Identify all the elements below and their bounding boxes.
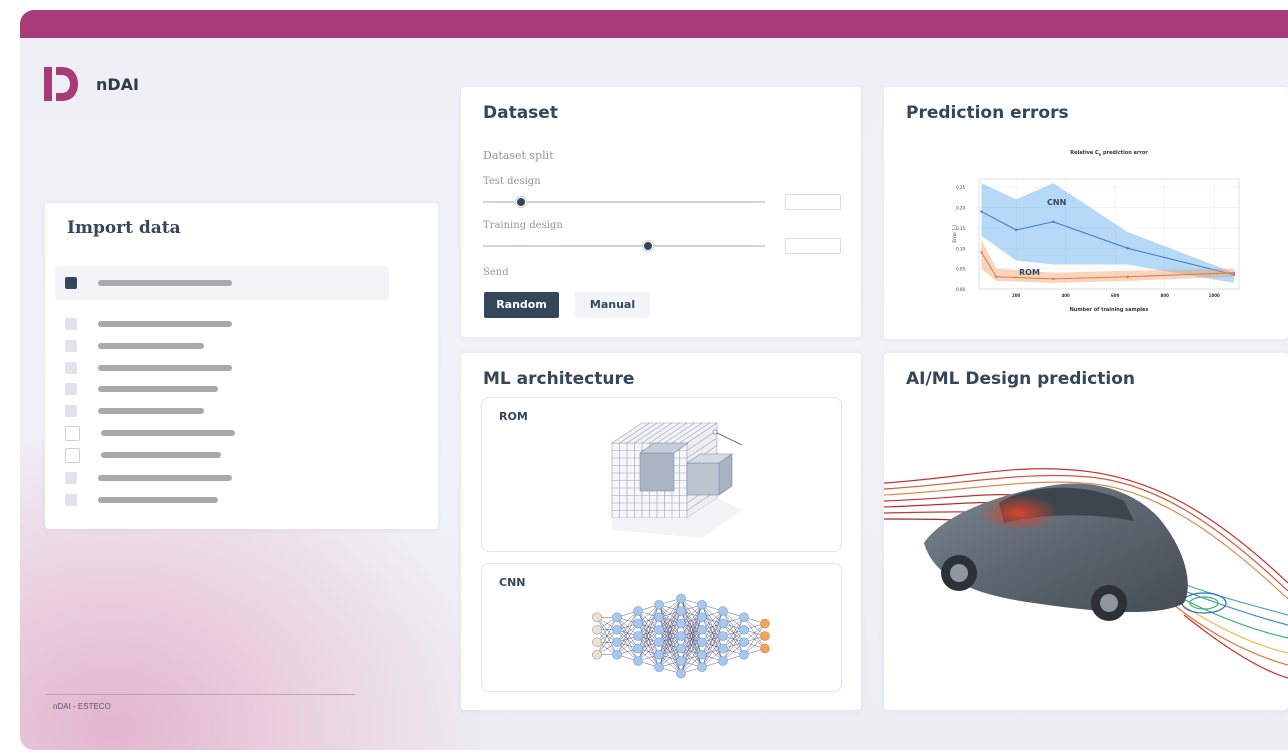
row-placeholder-text	[98, 497, 218, 503]
row-placeholder-text	[101, 430, 235, 436]
row-placeholder-text	[98, 280, 232, 286]
import-data-row[interactable]	[65, 316, 232, 332]
cnn-annotation: CNN	[1047, 198, 1066, 207]
test-design-value-input[interactable]	[785, 194, 841, 210]
rom-architecture-card[interactable]: ROM	[481, 397, 842, 552]
import-data-row[interactable]	[65, 492, 218, 508]
test-design-slider[interactable]	[483, 197, 765, 207]
cnn-data-point	[1052, 220, 1055, 223]
row-placeholder-text	[98, 343, 204, 349]
prediction-error-chart: 0.000.050.100.150.200.25200 400 600 800 1000…	[952, 150, 1240, 313]
row-checkbox[interactable]	[65, 362, 77, 374]
footer-text: nDAI - ESTECO	[53, 702, 111, 711]
rom-annotation: ROM	[1019, 268, 1040, 277]
row-checkbox[interactable]	[65, 340, 77, 352]
y-tick-label: 0.05	[956, 267, 965, 272]
y-axis-label: Error [-]	[952, 225, 958, 243]
import-data-row[interactable]	[65, 425, 235, 441]
test-design-slider-handle[interactable]	[515, 197, 526, 207]
random-button[interactable]: Random	[484, 292, 559, 318]
x-tick-label: 200	[1012, 293, 1021, 298]
import-data-row[interactable]	[65, 338, 204, 354]
import-data-row[interactable]	[65, 381, 218, 397]
rom-data-point	[1126, 275, 1129, 278]
row-placeholder-text	[101, 452, 221, 458]
dataset-title: Dataset	[483, 103, 558, 123]
import-data-row[interactable]	[65, 360, 232, 376]
row-checkbox[interactable]	[65, 447, 80, 463]
cnn-data-point	[980, 210, 983, 213]
ndai-logo-icon	[44, 67, 78, 101]
training-design-slider[interactable]	[483, 241, 765, 251]
prediction-errors-title: Prediction errors	[906, 103, 1069, 123]
y-tick-label: 0.20	[956, 206, 965, 211]
x-axis-label: Number of training samples	[1070, 307, 1149, 313]
y-tick-label: 0.00	[956, 287, 965, 292]
import-data-row[interactable]	[55, 266, 389, 300]
y-tick-label: 0.25	[956, 185, 965, 190]
rom-data-point	[1232, 271, 1236, 274]
row-checkbox[interactable]	[65, 277, 77, 289]
import-data-title: Import data	[67, 218, 181, 238]
rom-data-point	[995, 275, 998, 278]
prediction-errors-panel: Prediction errors 0.00 0.05 0.10 0.15 0.20 0.…	[884, 87, 1288, 339]
rom-data-point	[980, 251, 983, 254]
cnn-network-diagram	[592, 593, 770, 679]
import-data-panel: Import data	[45, 203, 438, 529]
app-name: nDAI	[96, 74, 140, 94]
training-design-label: Training design	[483, 220, 563, 231]
x-tick-label: 600	[1111, 293, 1120, 298]
dataset-panel: Dataset Dataset split Test design Traini…	[461, 87, 861, 337]
y-tick-label: 0.10	[956, 246, 965, 251]
cnn-data-point	[1126, 247, 1129, 250]
row-checkbox[interactable]	[65, 494, 77, 506]
app-logo: nDAI	[44, 67, 139, 101]
dataset-split-label: Dataset split	[483, 149, 554, 162]
import-data-row[interactable]	[65, 447, 221, 463]
top-accent-bar	[20, 10, 1288, 38]
ml-architecture-title: ML architecture	[483, 369, 635, 389]
x-tick-label: 400	[1061, 293, 1070, 298]
car-flow-simulation-image	[884, 468, 1288, 679]
rom-voxel-diagram	[611, 422, 743, 538]
import-data-row[interactable]	[65, 403, 204, 419]
row-checkbox[interactable]	[65, 472, 77, 484]
send-label: Send	[483, 267, 509, 278]
import-data-row[interactable]	[65, 470, 232, 486]
x-tick-label: 800	[1161, 293, 1170, 298]
cnn-architecture-card[interactable]: CNN	[481, 563, 842, 692]
manual-button[interactable]: Manual	[575, 292, 650, 318]
training-design-slider-handle[interactable]	[642, 241, 653, 251]
row-placeholder-text	[98, 475, 232, 481]
row-checkbox[interactable]	[65, 383, 77, 395]
design-prediction-panel: AI/ML Design prediction	[884, 353, 1288, 710]
app-window: nDAI Import data nDAI - ESTECO Dataset D…	[20, 10, 1288, 750]
row-checkbox[interactable]	[65, 405, 77, 417]
footer: nDAI - ESTECO	[45, 694, 355, 711]
row-placeholder-text	[98, 408, 204, 414]
row-checkbox[interactable]	[65, 318, 77, 330]
row-checkbox[interactable]	[65, 425, 80, 441]
test-design-label: Test design	[483, 176, 541, 187]
ml-architecture-panel: ML architecture ROM CNN	[461, 353, 861, 710]
row-placeholder-text	[98, 321, 232, 327]
row-placeholder-text	[98, 365, 232, 371]
chart-title: Relative Cp prediction error	[1070, 150, 1148, 157]
x-tick-label: 1000	[1209, 293, 1220, 298]
rom-data-point	[1052, 277, 1055, 281]
row-placeholder-text	[98, 386, 218, 392]
training-design-value-input[interactable]	[785, 238, 841, 254]
cnn-data-point	[1014, 228, 1018, 232]
